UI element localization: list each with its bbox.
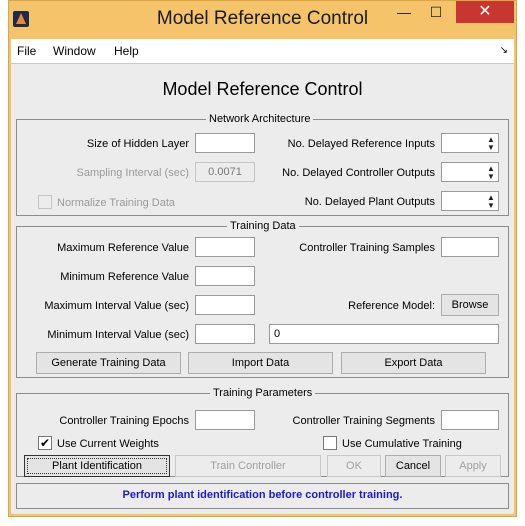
export-data-button[interactable]: Export Data	[341, 352, 486, 374]
ctrl-samples-label: Controller Training Samples	[299, 242, 435, 254]
menu-file[interactable]: File	[17, 44, 36, 58]
minimize-button[interactable]: —	[389, 1, 419, 23]
max-interval-input[interactable]	[195, 295, 255, 315]
page-title: Model Reference Control	[162, 79, 363, 99]
max-ref-input[interactable]	[195, 237, 255, 257]
sampling-interval-label: Sampling Interval (sec)	[76, 167, 190, 179]
epochs-input[interactable]	[195, 410, 255, 430]
delayed-ctrl-spinner[interactable]: ▲ ▼	[441, 162, 499, 182]
apply-button: Apply	[445, 455, 501, 477]
menu-window[interactable]: Window	[53, 44, 96, 58]
training-parameters-title: Training Parameters	[210, 386, 316, 400]
cumulative-label: Use Cumulative Training	[342, 438, 462, 450]
spin-down-icon[interactable]: ▼	[487, 144, 495, 152]
ctrl-samples-input[interactable]	[441, 237, 499, 257]
training-parameters-panel: Training Parameters Controller Training …	[16, 386, 509, 477]
network-architecture-title: Network Architecture	[206, 112, 314, 126]
delayed-ref-spinner[interactable]: ▲ ▼	[441, 133, 499, 153]
app-window: Model Reference Control — ☐ ✕ File Windo…	[8, 0, 517, 517]
delayed-ref-label: No. Delayed Reference Inputs	[287, 138, 435, 150]
menu-help[interactable]: Help	[114, 44, 139, 58]
training-data-title: Training Data	[227, 219, 299, 233]
max-interval-label: Maximum Interval Value (sec)	[44, 300, 189, 312]
status-panel: Perform plant identification before cont…	[16, 483, 509, 509]
training-data-panel: Training Data Maximum Reference Value Mi…	[16, 219, 509, 378]
normalize-label: Normalize Training Data	[57, 197, 175, 209]
maximize-button[interactable]: ☐	[421, 1, 451, 23]
plant-identification-button[interactable]: Plant Identification	[24, 455, 170, 477]
segments-input[interactable]	[441, 410, 499, 430]
close-button[interactable]: ✕	[456, 1, 514, 23]
max-ref-label: Maximum Reference Value	[57, 242, 189, 254]
browse-button[interactable]: Browse	[441, 294, 499, 316]
normalize-checkbox	[38, 195, 52, 209]
epochs-label: Controller Training Epochs	[59, 415, 189, 427]
menu-bar: File Window Help ↘	[11, 39, 514, 64]
spin-down-icon[interactable]: ▼	[487, 173, 495, 181]
train-controller-button: Train Controller	[175, 455, 321, 477]
hidden-layer-input[interactable]	[195, 133, 255, 153]
dock-arrow-icon[interactable]: ↘	[500, 45, 508, 56]
hidden-layer-label: Size of Hidden Layer	[86, 138, 189, 150]
sampling-interval-input: 0.0071	[195, 162, 255, 182]
spin-down-icon[interactable]: ▼	[487, 202, 495, 210]
cancel-button[interactable]: Cancel	[385, 455, 441, 477]
delayed-plant-spinner[interactable]: ▲ ▼	[441, 191, 499, 211]
import-data-button[interactable]: Import Data	[188, 352, 333, 374]
ok-button: OK	[327, 455, 381, 477]
ref-model-input[interactable]: 0	[269, 324, 499, 344]
min-interval-input[interactable]	[195, 324, 255, 344]
cumulative-checkbox[interactable]	[323, 436, 337, 450]
dialog-body: Model Reference Control Network Architec…	[11, 64, 514, 514]
min-interval-label: Minimum Interval Value (sec)	[47, 329, 189, 341]
delayed-ctrl-label: No. Delayed Controller Outputs	[282, 167, 435, 179]
network-architecture-panel: Network Architecture Size of Hidden Laye…	[16, 112, 509, 216]
min-ref-input[interactable]	[195, 266, 255, 286]
current-weights-checkbox[interactable]: ✔	[38, 436, 52, 450]
status-message: Perform plant identification before cont…	[122, 489, 403, 501]
delayed-plant-label: No. Delayed Plant Outputs	[304, 196, 435, 208]
segments-label: Controller Training Segments	[292, 415, 435, 427]
title-bar: Model Reference Control — ☐ ✕	[9, 1, 516, 37]
generate-data-button[interactable]: Generate Training Data	[36, 352, 181, 374]
current-weights-label: Use Current Weights	[57, 438, 159, 450]
ref-model-label: Reference Model:	[348, 300, 435, 312]
min-ref-label: Minimum Reference Value	[60, 271, 189, 283]
